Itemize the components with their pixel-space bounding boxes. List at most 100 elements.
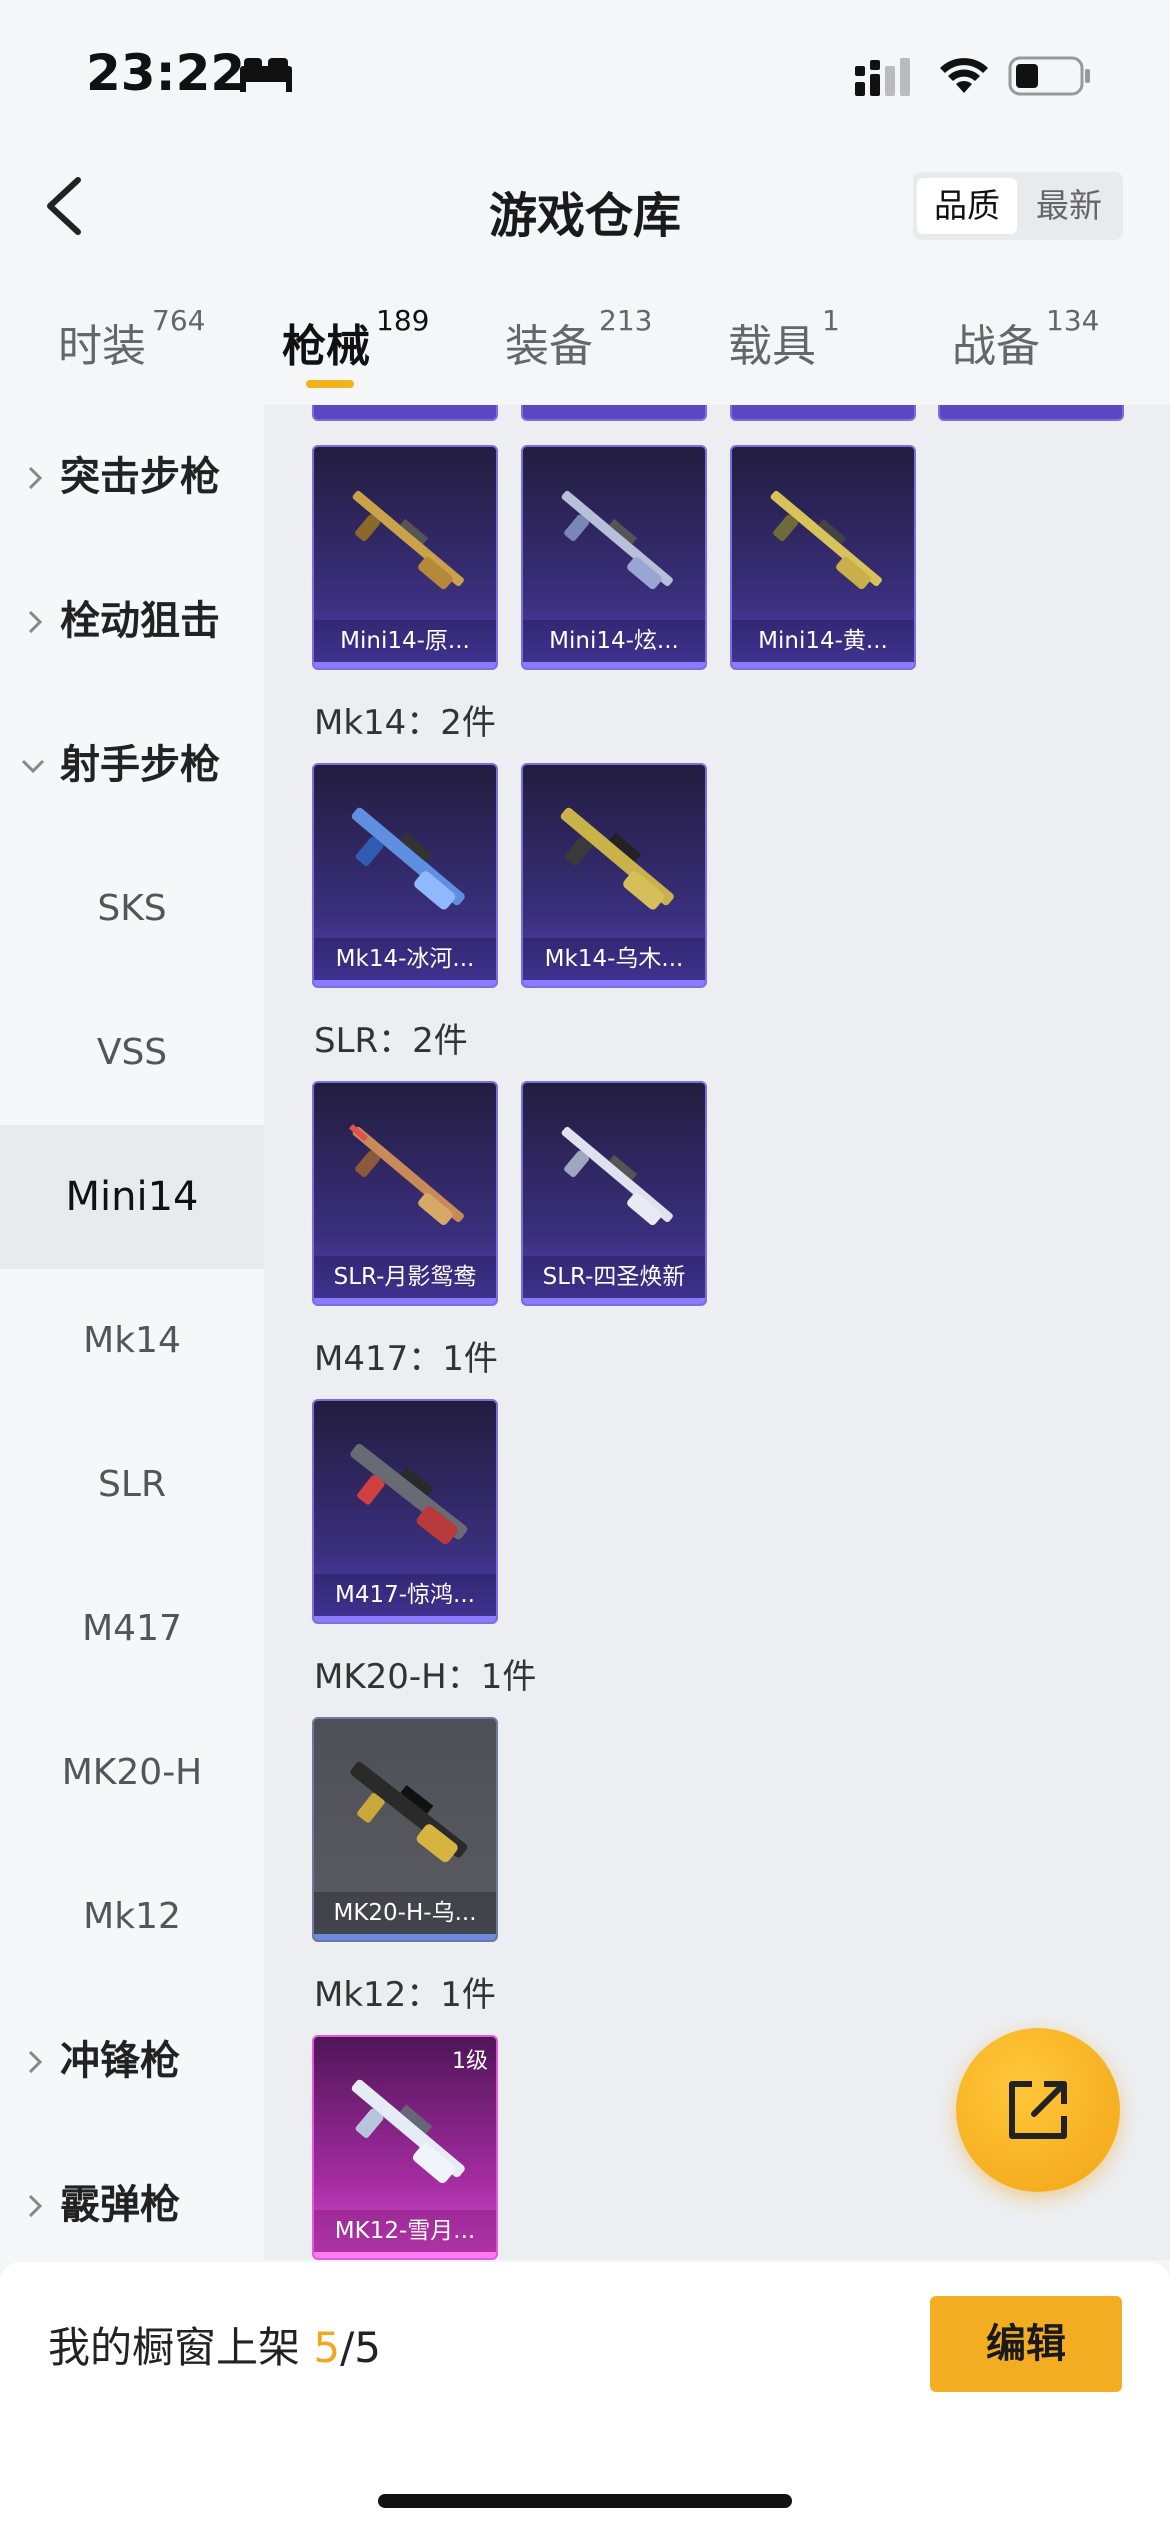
group-header-slr: SLR：2件 <box>314 1021 468 1061</box>
rifle-icon <box>350 1761 468 1863</box>
sidebar-item-vss[interactable]: VSS <box>0 981 264 1125</box>
sidebar-item-mk20h[interactable]: MK20-H <box>0 1701 264 1845</box>
rarity-strip <box>314 1616 496 1622</box>
sidebar-item-marksman-rifle[interactable]: 射手步枪 <box>0 693 264 837</box>
tab-label: 载具 <box>728 321 816 372</box>
home-indicator <box>378 2494 792 2508</box>
chevron-right-icon <box>28 610 43 634</box>
rifle-icon <box>561 490 673 590</box>
sort-quality-button[interactable]: 品质 <box>917 178 1017 234</box>
sidebar-item-slr[interactable]: SLR <box>0 1413 264 1557</box>
tab-label: 枪械 <box>282 321 370 372</box>
category-tabs: 时装764 枪械189 装备213 载具1 战备134 <box>0 290 1170 400</box>
tab-label: 战备 <box>952 321 1040 372</box>
rarity-strip <box>314 662 496 668</box>
weapon-card[interactable]: M417-惊鸿... <box>312 1399 498 1624</box>
weapon-card-label: Mini14-炫... <box>523 620 705 662</box>
weapon-grid: Mini14-原... Mini14-炫... Mini14-黄... Mk14… <box>264 405 1170 2260</box>
bed-icon <box>240 58 292 92</box>
sidebar-item-label: 栓动狙击 <box>60 598 220 644</box>
active-tab-indicator <box>306 380 354 388</box>
chevron-right-icon <box>28 2050 43 2074</box>
sort-toggle: 品质 最新 <box>913 172 1123 240</box>
showcase-label: 我的橱窗上架 5/5 <box>48 2314 381 2375</box>
rifle-icon <box>351 807 465 910</box>
scrolled-card-edge <box>312 405 498 421</box>
tab-count: 213 <box>599 304 653 337</box>
rifle-icon <box>560 807 674 910</box>
sidebar-item-m417[interactable]: M417 <box>0 1557 264 1701</box>
showcase-total-count: /5 <box>340 2323 381 2372</box>
rarity-strip <box>523 980 705 986</box>
sidebar-item-label: 突击步枪 <box>60 454 220 500</box>
weapon-card[interactable]: SLR-月影鸳鸯 <box>312 1081 498 1306</box>
rifle-icon <box>352 490 464 590</box>
scrolled-card-edge <box>521 405 707 421</box>
tab-count: 1 <box>822 304 840 337</box>
weapon-card[interactable]: MK20-H-乌... <box>312 1717 498 1942</box>
weapon-card-label: Mk14-冰河... <box>314 938 496 980</box>
showcase-used-count: 5 <box>313 2323 341 2372</box>
rifle-icon <box>351 2079 465 2184</box>
group-header-mk20h: MK20-H：1件 <box>314 1657 537 1697</box>
group-header-mk14: Mk14：2件 <box>314 703 496 743</box>
sidebar-item-label: 射手步枪 <box>60 742 220 788</box>
scrolled-card-edge <box>938 405 1124 421</box>
tab-label: 时装 <box>58 321 146 372</box>
sidebar-item-bolt-sniper[interactable]: 栓动狙击 <box>0 549 264 693</box>
battery-icon <box>1008 56 1090 96</box>
sidebar-item-assault-rifle[interactable]: 突击步枪 <box>0 405 264 549</box>
sidebar-item-mk14[interactable]: Mk14 <box>0 1269 264 1413</box>
sidebar-item-label: 霰弹枪 <box>60 2182 180 2228</box>
share-button[interactable] <box>956 2028 1120 2192</box>
edit-button[interactable]: 编辑 <box>930 2296 1122 2392</box>
weapon-sidebar: 突击步枪 栓动狙击 射手步枪 SKS VSS Mini14 Mk14 SLR M… <box>0 405 264 2260</box>
tab-firearms[interactable]: 枪械189 <box>282 304 429 374</box>
rarity-strip <box>314 1298 496 1304</box>
rifle-icon <box>350 1443 468 1545</box>
scrolled-card-edge <box>730 405 916 421</box>
sidebar-item-mini14[interactable]: Mini14 <box>0 1125 264 1269</box>
showcase-bar: 我的橱窗上架 5/5 编辑 <box>0 2262 1170 2532</box>
share-external-icon <box>1009 2081 1067 2139</box>
tab-vehicles[interactable]: 载具1 <box>728 304 840 374</box>
sidebar-item-shotgun[interactable]: 霰弹枪 <box>0 2133 264 2277</box>
weapon-card-label: MK20-H-乌... <box>314 1892 496 1934</box>
weapon-card-label: M417-惊鸿... <box>314 1574 496 1616</box>
rifle-icon <box>770 490 882 590</box>
weapon-card[interactable]: 1级 MK12-雪月... <box>312 2035 498 2260</box>
sidebar-item-sks[interactable]: SKS <box>0 837 264 981</box>
tab-supplies[interactable]: 战备134 <box>952 304 1099 374</box>
weapon-card-label: Mini14-原... <box>314 620 496 662</box>
weapon-card[interactable]: Mini14-原... <box>312 445 498 670</box>
chevron-down-icon <box>21 759 45 774</box>
chevron-right-icon <box>28 2194 43 2218</box>
sidebar-item-mk12[interactable]: Mk12 <box>0 1845 264 1989</box>
weapon-card[interactable]: SLR-四圣焕新 <box>521 1081 707 1306</box>
weapon-card[interactable]: Mini14-黄... <box>730 445 916 670</box>
weapon-card[interactable]: Mk14-冰河... <box>312 763 498 988</box>
tab-equipment[interactable]: 装备213 <box>505 304 652 374</box>
rarity-strip <box>523 662 705 668</box>
sidebar-item-smg[interactable]: 冲锋枪 <box>0 1989 264 2133</box>
rarity-strip <box>314 1934 496 1940</box>
nav-bar: 游戏仓库 品质 最新 <box>0 150 1170 265</box>
showcase-text: 我的橱窗上架 <box>48 2323 301 2372</box>
sidebar-item-label: 冲锋枪 <box>60 2038 180 2084</box>
weapon-card-label: MK12-雪月... <box>314 2210 496 2252</box>
status-bar: 23:22 <box>0 0 1170 150</box>
weapon-card-label: SLR-四圣焕新 <box>523 1256 705 1298</box>
wifi-icon <box>940 58 988 93</box>
group-header-mk12: Mk12：1件 <box>314 1975 496 2015</box>
rarity-strip <box>523 1298 705 1304</box>
rarity-strip <box>314 980 496 986</box>
weapon-card[interactable]: Mk14-乌木... <box>521 763 707 988</box>
signal-icon <box>855 58 910 96</box>
tab-fashion[interactable]: 时装764 <box>58 304 205 374</box>
weapon-card[interactable]: Mini14-炫... <box>521 445 707 670</box>
chevron-right-icon <box>28 466 43 490</box>
rarity-strip <box>732 662 914 668</box>
rarity-strip <box>314 2252 496 2258</box>
rifle-icon <box>561 1126 673 1226</box>
sort-latest-button[interactable]: 最新 <box>1019 178 1119 234</box>
